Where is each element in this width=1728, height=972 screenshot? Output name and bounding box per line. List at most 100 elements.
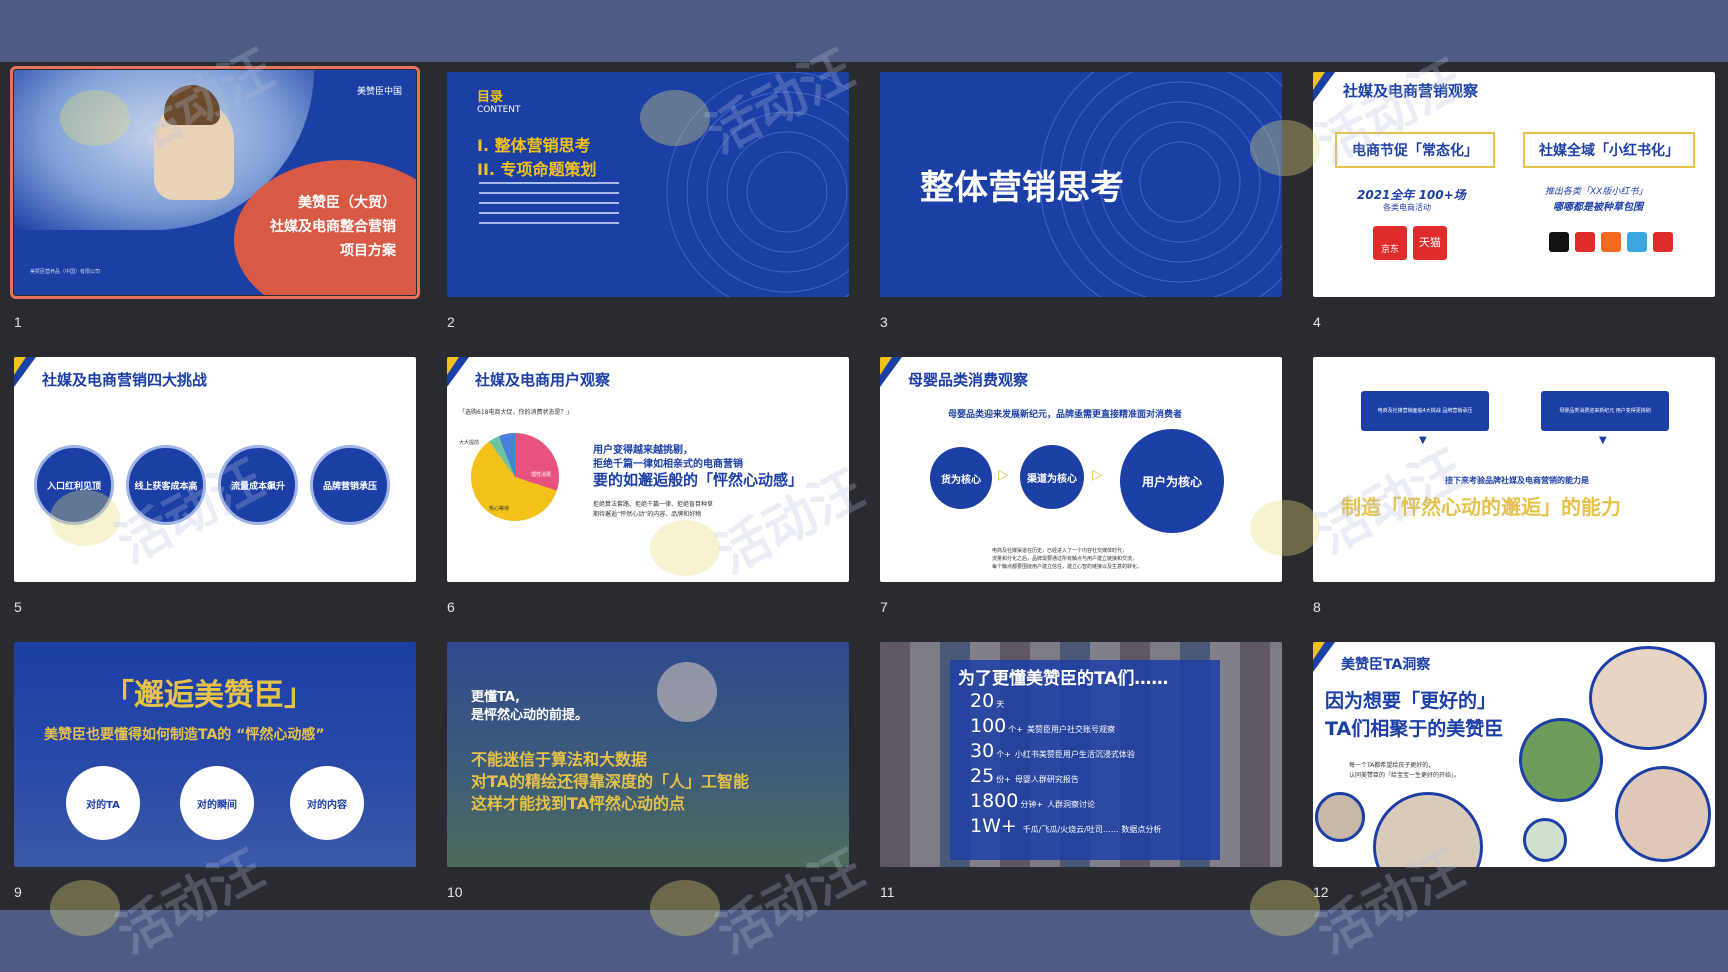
slide-title: 社媒及电商营销四大挑战 [42, 371, 208, 389]
slide-number-6: 6 [447, 599, 455, 615]
paragraph-2: 认同美赞臣的「给宝宝一生更好的开始」。 [1349, 772, 1461, 779]
stat-number: 100 [970, 715, 1007, 737]
slide-thumbnail-1[interactable]: 美赞臣中国 美赞臣（大贸） 社媒及电商整合营销 项目方案 美赞臣营养品（中国）有… [10, 66, 420, 299]
slide-number-1: 1 [14, 314, 22, 330]
challenge-circle-1: 入口红利见顶 [34, 445, 114, 525]
stat-unit: 个+ [1008, 725, 1023, 734]
title-marker-accent [1313, 642, 1325, 660]
insight-headline: 要的如邂逅般的「怦然心动感」 [593, 471, 804, 489]
slide-thumbnail-12[interactable]: 美赞臣TA洞察 因为想要「更好的」 TA们相聚于的美赞臣 每一个TA都希望给孩子… [1313, 642, 1715, 867]
challenge-circle-2: 线上获客成本高 [126, 445, 206, 525]
stat-desc: 人群洞察讨论 [1047, 800, 1096, 809]
pillar-circle-content: 对的内容 [290, 766, 364, 840]
toc-item-2: II. 专项命题策划 [477, 160, 597, 179]
summary-mid: 接下来考验品牌社媒及电商营销的能力是 [1445, 476, 1589, 485]
slide-title-line-3: 项目方案 [340, 243, 396, 259]
brand-logo: 美赞臣中国 [356, 87, 402, 97]
slide-number-12: 12 [1313, 884, 1329, 900]
stat-desc: 美赞臣用户社交账号观察 [1026, 725, 1115, 734]
stage-circle-user: 用户为核心 [1120, 429, 1224, 533]
slide-thumbnail-6[interactable]: 社媒及电商用户观察 「选购618电商大促，你的消费状态是？」 大大提前 理性消费… [447, 357, 849, 582]
footnote-2: 流量和分化之后，品牌需要通过所有触点与用户建立链接和交流， [992, 556, 1138, 562]
watermark-mascot-icon [650, 880, 720, 936]
stat-number: 25 [970, 765, 995, 787]
stat-row: 25 份+ 母婴人群研究报告 [970, 765, 1079, 787]
down-arrow-2: ▼ [1599, 435, 1607, 446]
insight-line-2: 拒绝千篇一律如相亲式的电商营销 [593, 459, 743, 470]
slide-sorter-grid: 美赞臣中国 美赞臣（大贸） 社媒及电商整合营销 项目方案 美赞臣营养品（中国）有… [0, 0, 1728, 972]
slide-subtitle: 美赞臣也要懂得如何制造TA的 “怦然心动感” [44, 727, 325, 743]
slide-thumbnail-9[interactable]: 「邂逅美赞臣」 美赞臣也要懂得如何制造TA的 “怦然心动感” 对的TA 对的瞬间… [14, 642, 416, 867]
stat-row: 20 天 [970, 690, 1008, 712]
toc-title: 目录 [477, 90, 504, 105]
text-line-4: 对TA的精绘还得靠深度的「人」工智能 [471, 772, 750, 791]
slide-thumbnail-11[interactable]: 为了更懂美赞臣的TA们…… 20 天 100 个+ 美赞臣用户社交账号观察 30 个+ 小红书… [880, 642, 1282, 867]
slide-number-2: 2 [447, 314, 455, 330]
stat-unit: 天 [996, 700, 1005, 709]
section-title: 整体营销思考 [920, 168, 1124, 208]
slide-number-5: 5 [14, 599, 22, 615]
stage-circle-product: 货为核心 [930, 447, 992, 509]
pillar-circle-ta: 对的TA [66, 766, 140, 840]
footnote-3: 每个触点都要围绕用户建立信任，建立心智的链接以及生意的转化。 [992, 564, 1143, 570]
photo-person [657, 662, 717, 722]
insight-body-1: 拒绝算法套路、拒绝千篇一律、拒绝盲目种草 [593, 501, 714, 508]
footnote-1: 电商及社媒渠道在历史，已经进入了一个内容社交媒体时代， [992, 548, 1128, 554]
slide-subtitle: 母婴品类迎来发展新纪元，品牌亟需更直接精准面对消费者 [948, 410, 1183, 420]
stat-desc: 母婴人群研究报告 [1014, 775, 1079, 784]
slide-number-7: 7 [880, 599, 888, 615]
stat-unit: 分钟+ [1020, 800, 1044, 809]
photo-circle-2 [1519, 718, 1603, 802]
slide-thumbnail-8[interactable]: 电商及社媒营销面临4大挑战 品牌营销承压 母婴品类消费迎来新纪元 用户变得更挑剔… [1313, 357, 1715, 582]
title-marker-accent [447, 357, 459, 375]
stat-unit: 份+ [996, 775, 1011, 784]
stat-row: 30 个+ 小红书美赞臣用户生活沉浸式体验 [970, 740, 1135, 762]
slide-footer: 美赞臣营养品（中国）有限公司 [30, 269, 101, 275]
insight-body-2: 期待邂逅“怦然心动”的内容、品牌和好物 [593, 511, 702, 518]
stat-desc: 千瓜/飞瓜/火烧云/吐司…… 数据点分析 [1022, 825, 1162, 834]
slide-thumbnail-3[interactable]: 整体营销思考 [880, 72, 1282, 297]
photo-circle-1 [1589, 646, 1707, 750]
stat-number: 1800 [970, 790, 1019, 812]
pie-label-3: 热心等待 [489, 506, 510, 512]
watermark-mascot-icon [1250, 880, 1320, 936]
stat-row: 1800 分钟+ 人群洞察讨论 [970, 790, 1095, 812]
text-line-2: 是怦然心动的前提。 [471, 708, 589, 723]
slide-number-10: 10 [447, 884, 463, 900]
slide-thumbnail-5[interactable]: 社媒及电商营销四大挑战 入口红利见顶 线上获客成本高 流量成本飙升 品牌营销承压 [14, 357, 416, 582]
stat-1: 2021全年 100+场 [1357, 188, 1466, 202]
box-ecommerce: 电商节促「常态化」 [1335, 132, 1495, 168]
slide-title-line-1: 美赞臣（大贸） [298, 195, 396, 211]
slide-number-3: 3 [880, 314, 888, 330]
slide-title: 母婴品类消费观察 [908, 371, 1029, 389]
title-marker-accent [14, 357, 26, 375]
slide-thumbnail-2[interactable]: 目录 CONTENT I. 整体营销思考 II. 专项命题策划 [447, 72, 849, 297]
summary-box-1: 电商及社媒营销面临4大挑战 品牌营销承压 [1361, 391, 1489, 431]
toc-item-1: I. 整体营销思考 [477, 136, 591, 155]
tmall-logo: 天猫 [1413, 226, 1447, 260]
headline-2: TA们相聚于的美赞臣 [1325, 718, 1504, 740]
stat-2-sub: 哪哪都是被种草包围 [1553, 202, 1643, 213]
slide-thumbnail-10[interactable]: 更懂TA, 是怦然心动的前提。 不能迷信于算法和大数据 对TA的精绘还得靠深度的… [447, 642, 849, 867]
down-arrow-1: ▼ [1419, 435, 1427, 446]
paragraph-1: 每一个TA都希望给孩子更好的， [1349, 762, 1435, 769]
slide-number-11: 11 [880, 884, 895, 900]
pie-label-1: 大大提前 [459, 440, 480, 446]
toc-subitems [479, 182, 619, 184]
stat-row: 1W+ 千瓜/飞瓜/火烧云/吐司…… 数据点分析 [970, 815, 1161, 837]
slide-number-9: 9 [14, 884, 22, 900]
stage-circle-channel: 渠道为核心 [1020, 445, 1084, 509]
slide-number-8: 8 [1313, 599, 1321, 615]
slide-title: 为了更懂美赞臣的TA们…… [958, 669, 1169, 689]
stat-1-sub: 各类电商活动 [1383, 203, 1431, 212]
stat-desc: 小红书美赞臣用户生活沉浸式体验 [1014, 750, 1135, 759]
title-marker-accent [1313, 72, 1325, 90]
challenge-circle-4: 品牌营销承压 [310, 445, 390, 525]
slide-thumbnail-4[interactable]: 社媒及电商营销观察 电商节促「常态化」 社媒全域「小红书化」 2021全年 10… [1313, 72, 1715, 297]
slide-thumbnail-7[interactable]: 母婴品类消费观察 母婴品类迎来发展新纪元，品牌亟需更直接精准面对消费者 货为核心… [880, 357, 1282, 582]
social-app-icons [1549, 232, 1569, 252]
slide-number-4: 4 [1313, 314, 1321, 330]
photo-circle-5 [1315, 792, 1365, 842]
slide-title: 「邂逅美赞臣」 [104, 678, 314, 713]
photo-circle-6 [1523, 818, 1567, 862]
